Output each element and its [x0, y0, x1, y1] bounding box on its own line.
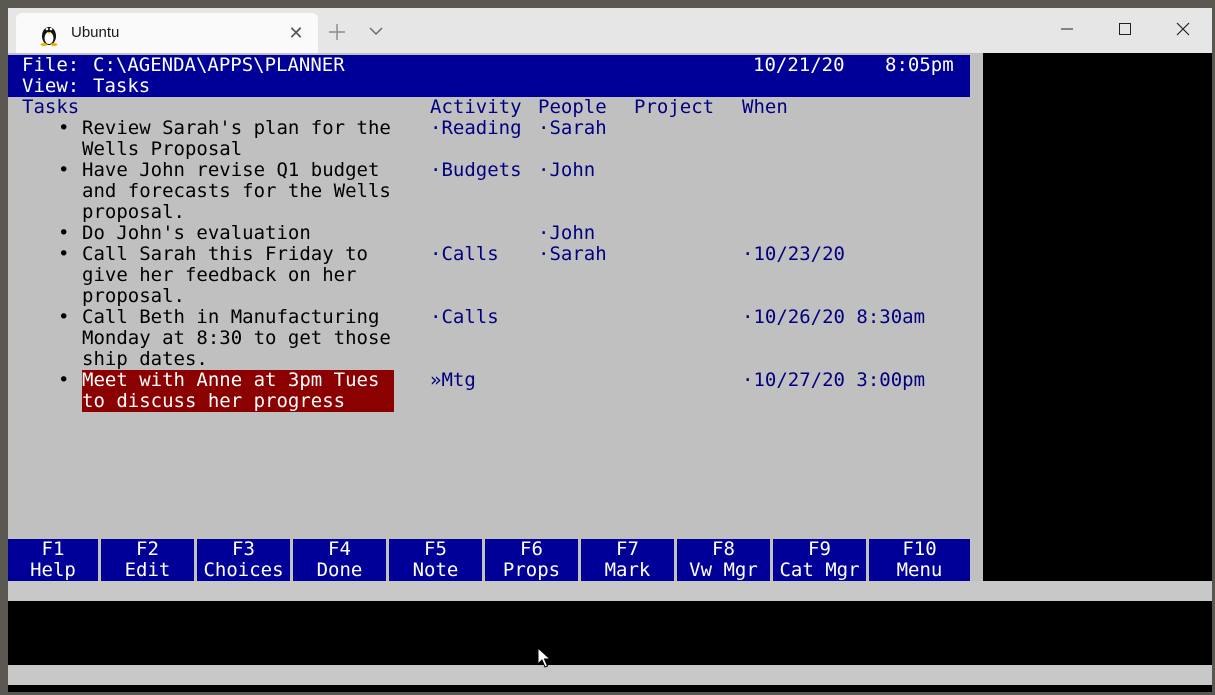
task-bullet: •: [58, 306, 70, 328]
task-bullet: •: [58, 222, 70, 244]
task-text[interactable]: ship dates.: [82, 349, 208, 370]
minimize-icon: [1061, 28, 1073, 30]
title-bar: Ubuntu ✕: [8, 8, 1212, 53]
fkey-f8-vw-mgr[interactable]: F8 Vw Mgr: [677, 539, 770, 581]
fkey-number: F2: [136, 538, 159, 560]
task-text[interactable]: Monday at 8:30 to get those: [82, 328, 391, 349]
close-icon: [1176, 22, 1190, 36]
fkey-label: Props: [502, 559, 561, 581]
status-strip: [8, 665, 1212, 685]
fkey-f1-help[interactable]: F1 Help: [8, 539, 98, 581]
minimize-button[interactable]: [1038, 8, 1096, 53]
fkey-label: Edit: [124, 559, 171, 581]
task-people[interactable]: ·John: [538, 160, 595, 181]
view-name: Tasks: [93, 75, 151, 97]
fkey-label: Vw Mgr: [689, 559, 758, 581]
fkey-f10-menu[interactable]: F10 Menu: [869, 539, 970, 581]
header-date: 10/21/20: [753, 54, 845, 76]
task-activity[interactable]: ·Budgets: [430, 160, 522, 181]
column-header-people[interactable]: People: [538, 97, 607, 118]
task-bullet: •: [58, 117, 70, 139]
task-text[interactable]: Review Sarah's plan for the: [82, 118, 391, 139]
tab-ubuntu[interactable]: Ubuntu ✕: [16, 13, 318, 53]
task-bullet: •: [58, 243, 70, 265]
task-text[interactable]: Have John revise Q1 budget: [82, 160, 379, 181]
task-text[interactable]: and forecasts for the Wells: [82, 181, 391, 202]
header-bar: File: C:\AGENDA\APPS\PLANNER 10/21/20 8:…: [8, 55, 970, 97]
task-when[interactable]: ·10/23/20: [742, 244, 845, 265]
task-people[interactable]: ·Sarah: [538, 118, 607, 139]
fkey-f5-note[interactable]: F5 Note: [389, 539, 482, 581]
fkey-number: F9: [808, 538, 831, 560]
task-activity[interactable]: »Mtg: [430, 370, 476, 391]
maximize-icon: [1119, 23, 1131, 35]
fkey-f9-cat-mgr[interactable]: F9 Cat Mgr: [773, 539, 866, 581]
terminal-blank-area: [8, 601, 1212, 665]
view-label: View:: [22, 75, 80, 97]
terminal-window: Ubuntu ✕ File: C:\AGENDA\APPS\PLANNER 10…: [8, 8, 1212, 692]
column-header-when[interactable]: When: [742, 97, 788, 118]
fkey-number: F3: [232, 538, 255, 560]
fkey-f7-mark[interactable]: F7 Mark: [581, 539, 674, 581]
task-when[interactable]: ·10/26/20 8:30am: [742, 307, 925, 328]
task-activity[interactable]: ·Calls: [430, 307, 499, 328]
fkey-f6-props[interactable]: F6 Props: [485, 539, 578, 581]
task-bullet: •: [58, 159, 70, 181]
header-time: 8:05pm: [885, 54, 954, 76]
fkey-number: F4: [328, 538, 351, 560]
close-window-button[interactable]: [1154, 8, 1212, 53]
fkey-f4-done[interactable]: F4 Done: [293, 539, 386, 581]
chevron-down-icon[interactable]: [368, 24, 384, 38]
column-header-tasks[interactable]: Tasks: [22, 97, 79, 118]
task-activity[interactable]: ·Calls: [430, 244, 499, 265]
task-activity[interactable]: ·Reading: [430, 118, 522, 139]
task-text[interactable]: proposal.: [82, 286, 185, 307]
column-header-activity[interactable]: Activity: [430, 97, 522, 118]
fkey-label: Mark: [604, 559, 651, 581]
fkey-number: F6: [520, 538, 543, 560]
column-header-project[interactable]: Project: [634, 97, 714, 118]
fkey-label: Note: [412, 559, 459, 581]
function-key-bar: F1 Help F2 Edit F3 Choices F4 Done F5 No…: [8, 539, 970, 581]
task-text[interactable]: proposal.: [82, 202, 185, 223]
task-text[interactable]: Wells Proposal: [82, 139, 242, 160]
plus-icon[interactable]: [326, 21, 348, 43]
task-when[interactable]: ·10/27/20 3:00pm: [742, 370, 925, 391]
fkey-label: Help: [30, 559, 76, 581]
fkey-number: F8: [712, 538, 735, 560]
fkey-label: Choices: [203, 559, 284, 581]
file-path: C:\AGENDA\APPS\PLANNER: [93, 54, 345, 76]
task-bullet: •: [58, 369, 70, 391]
fkey-number: F10: [902, 538, 937, 560]
fkey-label: Cat Mgr: [779, 559, 860, 581]
task-text-selected[interactable]: Meet with Anne at 3pm Tues: [82, 370, 379, 391]
terminal-margin: [983, 53, 1212, 581]
tab-title: Ubuntu: [71, 24, 120, 41]
fkey-number: F7: [616, 538, 639, 560]
fkey-f3-choices[interactable]: F3 Choices: [197, 539, 290, 581]
mouse-pointer-icon: [537, 647, 551, 668]
fkey-label: Done: [316, 559, 363, 581]
task-text[interactable]: Call Sarah this Friday to: [82, 244, 368, 265]
fkey-f2-edit[interactable]: F2 Edit: [101, 539, 194, 581]
task-people[interactable]: ·John: [538, 223, 595, 244]
close-tab-icon[interactable]: ✕: [286, 23, 306, 43]
task-text[interactable]: Call Beth in Manufacturing: [82, 307, 379, 328]
horizontal-scrollbar[interactable]: [8, 581, 1212, 601]
fkey-number: F5: [424, 538, 447, 560]
task-text[interactable]: give her feedback on her: [82, 265, 357, 286]
task-people[interactable]: ·Sarah: [538, 244, 607, 265]
agenda-terminal[interactable]: File: C:\AGENDA\APPS\PLANNER 10/21/20 8:…: [8, 53, 983, 581]
linux-penguin-icon: [40, 27, 58, 46]
task-text[interactable]: Do John's evaluation: [82, 223, 311, 244]
fkey-label: Menu: [896, 559, 943, 581]
fkey-number: F1: [41, 538, 65, 560]
file-label: File:: [22, 54, 80, 76]
task-text-selected[interactable]: to discuss her progress: [82, 391, 345, 412]
maximize-button[interactable]: [1096, 8, 1154, 53]
